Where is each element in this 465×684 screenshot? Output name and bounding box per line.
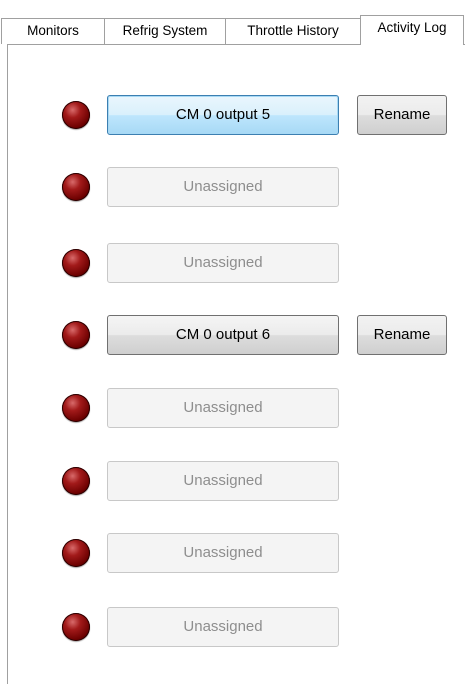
status-led-icon <box>62 249 90 277</box>
status-led-icon <box>62 467 90 495</box>
outputs-panel <box>7 44 465 684</box>
output-slot-button[interactable]: CM 0 output 5 <box>107 95 339 135</box>
tab-activity-log[interactable]: Activity Log <box>360 15 464 45</box>
status-led-icon <box>62 173 90 201</box>
status-led-icon <box>62 101 90 129</box>
output-slot-button[interactable]: Unassigned <box>107 167 339 207</box>
tab-refrig-system[interactable]: Refrig System <box>104 18 226 44</box>
tab-strip: Monitors Refrig System Throttle History … <box>0 0 465 45</box>
output-slot-button[interactable]: Unassigned <box>107 607 339 647</box>
output-slot-button[interactable]: Unassigned <box>107 243 339 283</box>
output-slot-button[interactable]: Unassigned <box>107 388 339 428</box>
status-led-icon <box>62 613 90 641</box>
status-led-icon <box>62 539 90 567</box>
status-led-icon <box>62 394 90 422</box>
output-slot-button[interactable]: Unassigned <box>107 461 339 501</box>
status-led-icon <box>62 321 90 349</box>
rename-button[interactable]: Rename <box>357 315 447 355</box>
tab-monitors[interactable]: Monitors <box>1 18 105 44</box>
output-slot-button[interactable]: CM 0 output 6 <box>107 315 339 355</box>
output-slot-button[interactable]: Unassigned <box>107 533 339 573</box>
tab-throttle-history[interactable]: Throttle History <box>225 18 361 44</box>
rename-button[interactable]: Rename <box>357 95 447 135</box>
